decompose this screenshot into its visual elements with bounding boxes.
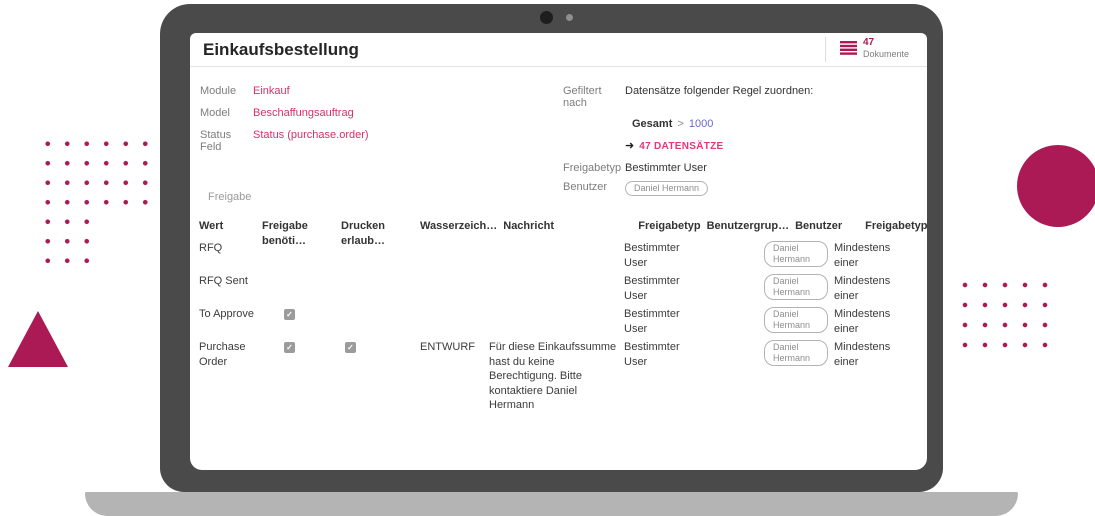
cell-wert: Purchase Order — [199, 340, 262, 369]
user-label: Benutzer — [563, 181, 625, 196]
rule-field: Gesamt — [632, 118, 672, 130]
col-header-nachricht[interactable]: Nachricht — [503, 219, 638, 234]
rule-operator: > — [675, 118, 685, 130]
header-divider — [825, 37, 826, 62]
circle-shape — [1017, 145, 1095, 227]
user-tag: Daniel Hermann — [764, 241, 828, 267]
cell-nachricht: Für diese Einkaufssumme hast du keine Be… — [489, 340, 624, 413]
triangle-shape — [8, 311, 68, 367]
user-tag: Daniel Hermann — [764, 340, 828, 366]
checkbox-checked-icon[interactable]: ✓ — [345, 342, 356, 353]
col-header-freigabetyp[interactable]: Freigabetyp — [638, 219, 706, 234]
col-header-benutzergruppe[interactable]: Benutzergrup… — [707, 219, 796, 234]
table-row[interactable]: Purchase Order ✓ ✓ ENTWURF Für diese Ein… — [199, 336, 920, 413]
table-row[interactable]: To Approve ✓ ✓ Bestimmter User Daniel He… — [199, 303, 920, 336]
dot-grid-left-top — [38, 134, 155, 212]
approval-table: Wert Freigabe benöti… Drucken erlaub… Wa… — [199, 215, 920, 413]
dot-grid-right — [955, 275, 1055, 355]
page-title: Einkaufsbestellung — [203, 33, 359, 66]
col-header-benutzer[interactable]: Benutzer — [795, 219, 865, 234]
filter-rule: Gesamt > 1000 — [632, 118, 893, 130]
app-window: Einkaufsbestellung 47 Dokumente Module E — [190, 33, 927, 470]
records-result-link[interactable]: ➜ 47 DATENSÄTZE — [625, 140, 893, 153]
cell-freigabetyp-2: Mindestens einer — [834, 307, 907, 336]
rule-value: 1000 — [689, 118, 713, 130]
col-header-wert[interactable]: Wert — [199, 219, 262, 234]
cell-wert: RFQ Sent — [199, 274, 262, 289]
status-field-link[interactable]: Status (purchase.order) — [253, 129, 369, 151]
status-field-label: Status Feld — [200, 129, 253, 151]
cell-wert: RFQ — [199, 241, 262, 256]
documents-stack-icon — [840, 41, 857, 55]
cell-freigabetyp: Bestimmter User — [624, 307, 692, 336]
documents-stat-button[interactable]: 47 Dokumente — [840, 37, 909, 60]
module-link[interactable]: Einkauf — [253, 85, 290, 107]
dot-grid-left-bottom — [38, 212, 97, 271]
col-header-freigabetyp-2[interactable]: Freigabetyp — [865, 219, 927, 234]
table-header-row: Wert Freigabe benöti… Drucken erlaub… Wa… — [199, 215, 920, 237]
model-link[interactable]: Beschaffungsauftrag — [253, 107, 354, 129]
cell-wert: To Approve — [199, 307, 262, 322]
app-header: Einkaufsbestellung 47 Dokumente — [190, 33, 927, 67]
laptop-led-icon — [566, 14, 573, 21]
documents-label: Dokumente — [863, 49, 909, 60]
col-header-wasserzeichen[interactable]: Wasserzeich… — [420, 219, 503, 234]
cell-wasserzeichen: ENTWURF — [420, 340, 489, 355]
cell-freigabetyp-2: Mindestens einer — [834, 274, 907, 303]
module-label: Module — [200, 85, 253, 107]
user-tag: Daniel Hermann — [764, 307, 828, 333]
records-count-link: 47 DATENSÄTZE — [639, 141, 723, 152]
cell-freigabetyp: Bestimmter User — [624, 241, 692, 270]
laptop-base — [85, 492, 1018, 516]
documents-count: 47 — [863, 37, 909, 49]
form-right: Gefiltert nach Datensätze folgender Rege… — [563, 85, 893, 196]
cell-freigabetyp-2: Mindestens einer — [834, 340, 907, 369]
page: Einkaufsbestellung 47 Dokumente Module E — [0, 0, 1095, 516]
form-left: Module Einkauf Model Beschaffungsauftrag… — [200, 85, 369, 151]
filtered-by-label: Gefiltert nach — [563, 85, 625, 109]
table-row[interactable]: RFQ Sent ✓ ✓ Bestimmter User Daniel Herm… — [199, 270, 920, 303]
laptop-camera-icon — [540, 11, 553, 24]
model-label: Model — [200, 107, 253, 129]
arrow-right-icon: ➜ — [625, 141, 634, 152]
approval-type-value: Bestimmter User — [625, 162, 707, 174]
cell-freigabetyp: Bestimmter User — [624, 274, 692, 303]
cell-freigabetyp: Bestimmter User — [624, 340, 692, 369]
section-label-freigabe: Freigabe — [208, 191, 251, 203]
checkbox-checked-icon[interactable]: ✓ — [284, 309, 295, 320]
cell-freigabetyp-2: Mindestens einer — [834, 241, 907, 270]
table-row[interactable]: RFQ ✓ ✓ Bestimmter User Daniel Hermann M… — [199, 237, 920, 270]
approval-type-label: Freigabetyp — [563, 162, 625, 174]
user-tag: Daniel Hermann — [764, 274, 828, 300]
filter-description: Datensätze folgender Regel zuordnen: — [625, 85, 813, 109]
checkbox-checked-icon[interactable]: ✓ — [284, 342, 295, 353]
user-tag[interactable]: Daniel Hermann — [625, 181, 708, 196]
